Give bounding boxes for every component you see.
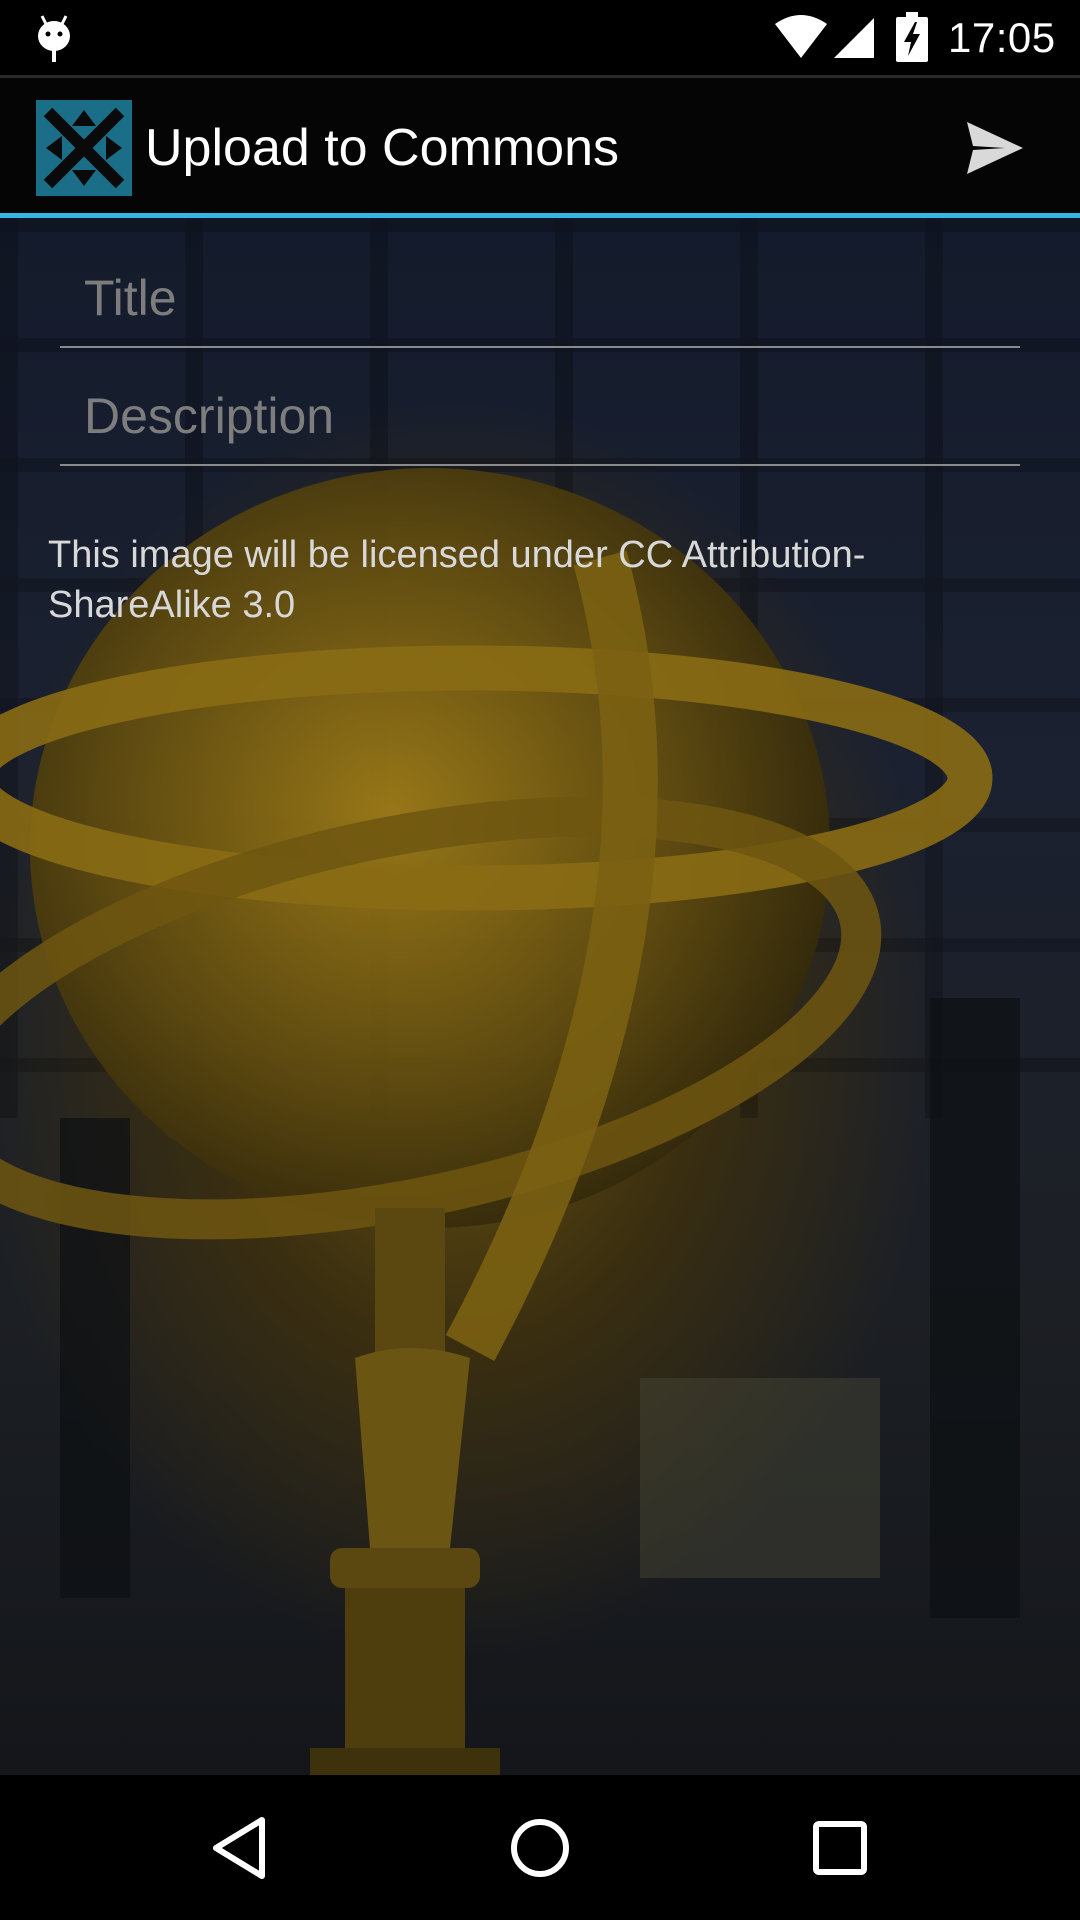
signal-icon	[832, 14, 876, 60]
license-notice: This image will be licensed under CC Att…	[48, 534, 866, 626]
android-debug-icon	[34, 12, 74, 62]
home-icon	[508, 1816, 572, 1885]
title-field[interactable]	[60, 250, 1020, 348]
description-field[interactable]	[60, 368, 1020, 466]
action-bar: Upload to Commons	[0, 75, 1080, 216]
page-title: Upload to Commons	[145, 119, 619, 177]
title-input[interactable]	[60, 250, 1020, 346]
commons-logo-icon[interactable]	[36, 100, 132, 196]
battery-charging-icon	[896, 12, 928, 62]
send-icon	[965, 120, 1025, 181]
back-button[interactable]	[195, 1805, 285, 1895]
back-icon	[210, 1816, 270, 1885]
upload-form: This image will be licensed under CC Att…	[0, 218, 1080, 1775]
status-bar: 17:05	[0, 0, 1080, 75]
status-clock: 17:05	[948, 14, 1056, 61]
description-input[interactable]	[60, 368, 1020, 464]
wifi-icon	[773, 14, 829, 60]
recents-icon	[810, 1818, 870, 1883]
home-button[interactable]	[495, 1805, 585, 1895]
send-button[interactable]	[955, 110, 1035, 190]
recents-button[interactable]	[795, 1805, 885, 1895]
navigation-bar	[0, 1775, 1080, 1920]
